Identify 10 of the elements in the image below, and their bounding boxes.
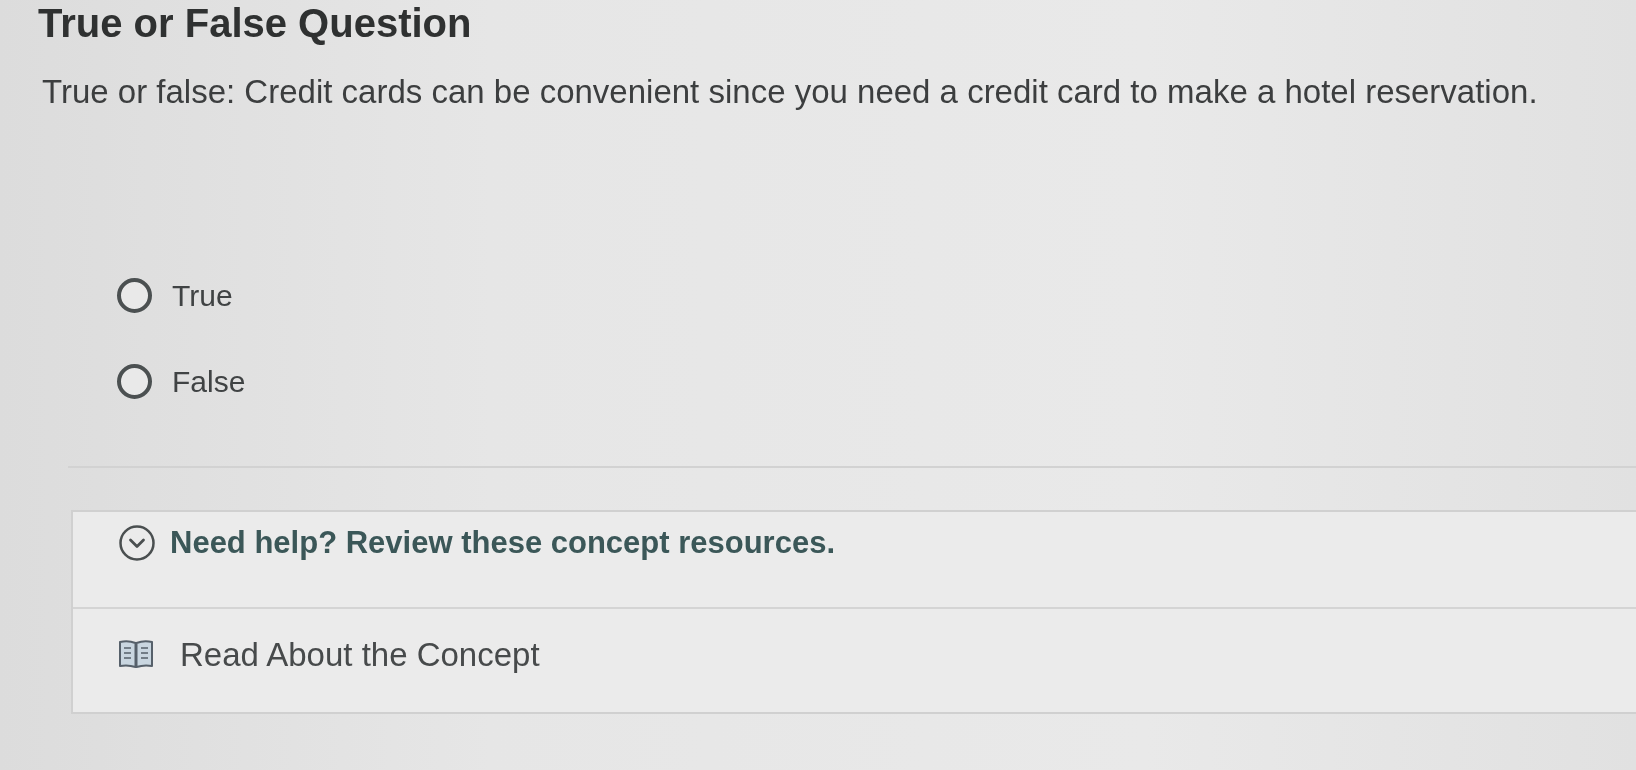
- resource-link[interactable]: Read About the Concept: [118, 634, 540, 675]
- help-toggle[interactable]: Need help? Review these concept resources.: [118, 523, 836, 562]
- page-title: True or False Question: [38, 0, 473, 46]
- radio-button[interactable]: [117, 364, 152, 400]
- question-text: True or false: Credit cards can be convenient since you need a credit card to make a hotel reservation.: [42, 72, 1539, 112]
- option-label[interactable]: False: [172, 363, 246, 400]
- radio-button[interactable]: [117, 278, 152, 314]
- chevron-down-icon: [118, 523, 156, 562]
- option-label[interactable]: True: [172, 277, 233, 314]
- book-icon: [118, 639, 154, 670]
